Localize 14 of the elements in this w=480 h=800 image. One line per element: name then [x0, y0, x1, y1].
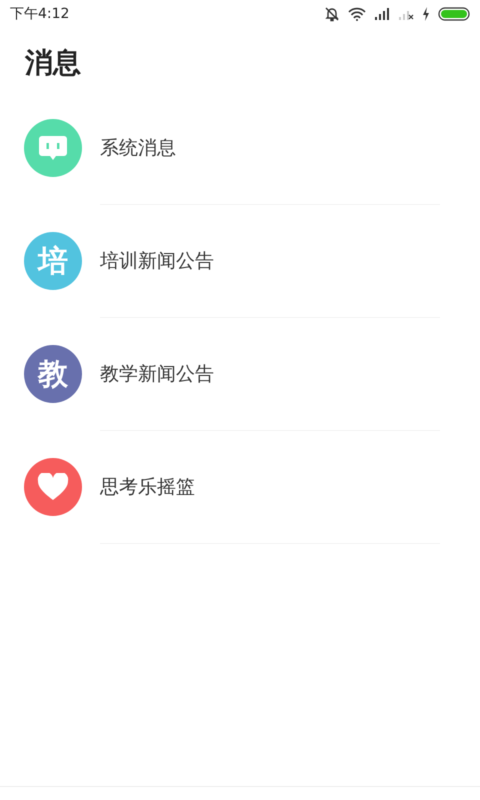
no-signal-icon — [398, 8, 414, 20]
message-category-item[interactable]: 系统消息 — [0, 92, 480, 204]
message-category-item[interactable]: 培 培训新闻公告 — [0, 205, 480, 317]
status-time: 下午4:12 — [10, 4, 70, 24]
wifi-icon — [348, 7, 366, 21]
message-category-item[interactable]: 教 教学新闻公告 — [0, 318, 480, 430]
alarm-off-icon — [324, 6, 340, 22]
category-icon: 培 — [24, 232, 82, 290]
page-title: 消息 — [25, 45, 82, 81]
message-category-item[interactable]: 思考乐摇篮 — [0, 431, 480, 543]
battery-icon — [438, 7, 470, 21]
signal-icon — [374, 8, 390, 20]
category-icon: 教 — [24, 345, 82, 403]
charging-icon — [422, 7, 430, 21]
